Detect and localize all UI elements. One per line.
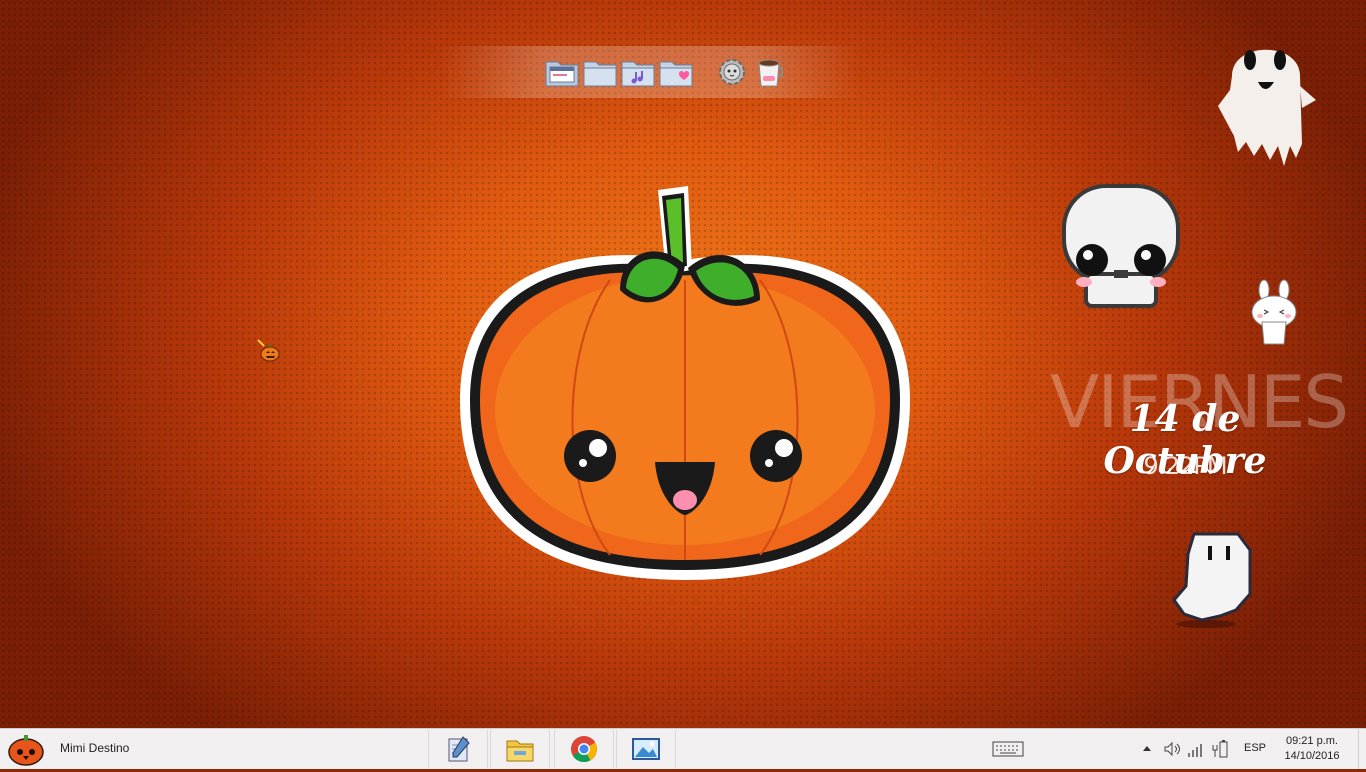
top-dock (440, 46, 860, 98)
taskbar-app-chrome[interactable] (554, 730, 614, 768)
taskbar: Mimi Destino ESP 09:21 p.m. 14/10/2016 (0, 728, 1366, 769)
coffee-cup-icon[interactable] (752, 54, 788, 90)
bunny-sticker (1251, 279, 1297, 345)
desktop[interactable]: VIERNES 14 de Octubre 9:22PM (0, 0, 1366, 728)
pixel-skull-sticker (1062, 184, 1180, 308)
start-button[interactable] (6, 731, 46, 767)
chrome-icon (571, 736, 598, 763)
window-folder-icon[interactable] (544, 54, 580, 90)
show-hidden-icons-chevron-icon[interactable] (1140, 739, 1154, 759)
taskbar-app-notepad[interactable] (428, 730, 488, 768)
volume-icon[interactable] (1162, 739, 1182, 759)
photos-app-icon (632, 738, 660, 760)
file-explorer-icon (506, 740, 534, 762)
clock-time: 09:21 p.m. (1286, 735, 1338, 747)
clock-date: 14/10/2016 (1284, 750, 1340, 762)
ghost-sticker (1218, 49, 1316, 166)
user-name-label[interactable]: Mimi Destino (60, 741, 129, 755)
settings-gear-icon[interactable] (714, 54, 750, 90)
date-widget: VIERNES 14 de Octubre 9:22PM (1050, 362, 1349, 492)
pixel-ghost-sticker (1172, 532, 1252, 628)
taskbar-app-file-explorer[interactable] (490, 730, 550, 768)
taskbar-clock[interactable]: 09:21 p.m. 14/10/2016 (1276, 734, 1348, 764)
notepad-app-icon (448, 736, 470, 762)
pumpkin-shortcut-icon[interactable] (256, 338, 282, 364)
pumpkin-start-icon (8, 735, 44, 766)
heart-folder-icon[interactable] (658, 54, 694, 90)
music-folder-icon[interactable] (620, 54, 656, 90)
show-desktop-button[interactable] (1358, 729, 1366, 769)
touch-keyboard-icon[interactable] (992, 739, 1024, 759)
widget-time-text: 9:22PM (1143, 452, 1227, 480)
battery-power-icon[interactable] (1210, 739, 1230, 759)
taskbar-app-photos[interactable] (616, 730, 676, 768)
blank-folder-icon[interactable] (582, 54, 618, 90)
language-indicator[interactable]: ESP (1244, 742, 1266, 754)
pumpkin-wallpaper-art (460, 186, 910, 580)
network-signal-icon[interactable] (1186, 739, 1206, 759)
